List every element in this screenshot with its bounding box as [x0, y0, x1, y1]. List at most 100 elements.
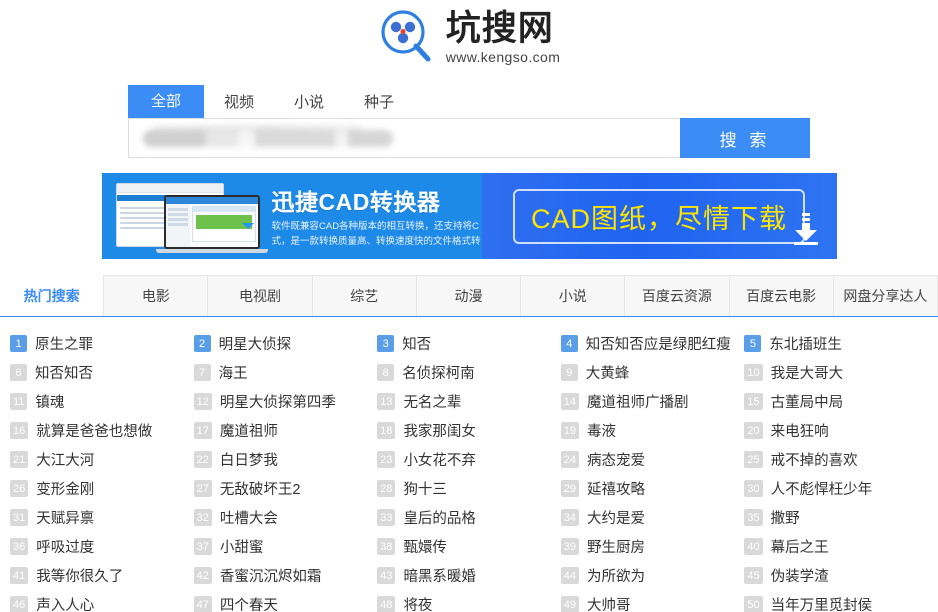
hot-search-item[interactable]: 19 毒液 [560, 416, 745, 445]
hot-search-item[interactable]: 5 东北插班生 [744, 329, 928, 358]
hot-search-item[interactable]: 41 我等你很久了 [10, 561, 194, 590]
hot-search-grid: 1 原生之罪 2 明星大侦探 3 知否 4 知否知否应是绿肥红瘦 5 东北插班生 6 知否知否 7 海王 8… [0, 317, 938, 612]
hot-search-item[interactable]: 48 将夜 [377, 590, 561, 612]
hot-search-item[interactable]: 16 就算是爸爸也想做 [10, 416, 194, 445]
download-arrow-icon [791, 213, 821, 247]
hot-search-item[interactable]: 27 无敌破坏王2 [193, 474, 378, 503]
hot-search-item[interactable]: 38 甄嬛传 [377, 532, 561, 561]
search-tab-novel[interactable]: 小说 [274, 88, 344, 118]
hot-search-item[interactable]: 14 魔道祖师广播剧 [560, 387, 745, 416]
hot-search-item[interactable]: 1 原生之罪 [10, 329, 194, 358]
hot-search-title: 撒野 [770, 511, 800, 527]
rank-badge: 12 [193, 393, 212, 410]
rank-badge: 13 [377, 393, 396, 410]
rank-badge: 34 [560, 509, 580, 526]
hot-search-item[interactable]: 3 知否 [377, 329, 561, 358]
advertisement-banner[interactable]: 迅捷CAD转换器 软件既兼容CAD各种版本的相互转换，还支持将C 式，是一款转换… [101, 173, 837, 259]
search-tab-torrent[interactable]: 种子 [344, 88, 414, 118]
hot-search-title: 原生之罪 [35, 337, 93, 353]
hot-search-item[interactable]: 36 呼吸过度 [10, 532, 194, 561]
hot-search-item[interactable]: 32 吐槽大会 [193, 503, 378, 532]
hot-search-title: 当年万里觅封侯 [770, 598, 873, 612]
hot-search-item[interactable]: 6 知否知否 [10, 358, 194, 387]
rank-badge: 49 [560, 596, 580, 612]
hot-search-item[interactable]: 15 古董局中局 [744, 387, 928, 416]
search-tab-all[interactable]: 全部 [128, 85, 205, 118]
search-tab-video[interactable]: 视频 [204, 88, 274, 118]
hot-search-item[interactable]: 46 声入人心 [10, 590, 194, 612]
rank-badge: 15 [744, 393, 763, 410]
hot-search-item[interactable]: 34 大约是爱 [560, 503, 745, 532]
search-button[interactable]: 搜 索 [680, 118, 810, 158]
hot-search-item[interactable]: 44 为所欲为 [560, 561, 745, 590]
nav-item-hot-search[interactable]: 热门搜索 [0, 275, 104, 316]
nav-item-anime[interactable]: 动漫 [415, 275, 521, 316]
nav-item-netdisk-sharers[interactable]: 网盘分享达人 [832, 275, 938, 316]
hot-search-item[interactable]: 7 海王 [193, 358, 378, 387]
hot-search-item[interactable]: 50 当年万里觅封侯 [744, 590, 928, 612]
ad-title: 迅捷CAD转换器 [271, 188, 441, 215]
nav-item-baidu-cloud-movie[interactable]: 百度云电影 [728, 275, 833, 316]
rank-badge: 21 [10, 451, 29, 468]
nav-item-variety[interactable]: 综艺 [311, 275, 416, 316]
rank-badge: 31 [10, 509, 29, 526]
site-logo[interactable]: 坑搜网 www.kengso.com [378, 9, 561, 67]
hot-search-item[interactable]: 2 明星大侦探 [193, 329, 378, 358]
hot-search-item[interactable]: 22 白日梦我 [193, 445, 378, 474]
hot-search-title: 古董局中局 [770, 395, 844, 411]
hot-search-item[interactable]: 24 病态宠爱 [560, 445, 745, 474]
hot-search-item[interactable]: 8 名侦探柯南 [377, 358, 561, 387]
hot-search-item[interactable]: 31 天赋异禀 [10, 503, 194, 532]
rank-badge: 4 [560, 335, 578, 352]
nav-item-movie[interactable]: 电影 [103, 275, 208, 316]
hot-search-title: 幕后之王 [770, 540, 829, 556]
hot-search-title: 东北插班生 [769, 337, 842, 353]
rank-badge: 33 [377, 509, 396, 526]
hot-search-item[interactable]: 9 大黄蜂 [560, 358, 745, 387]
hot-search-item[interactable]: 49 大帅哥 [560, 590, 745, 612]
rank-badge: 37 [193, 538, 212, 555]
hot-search-item[interactable]: 33 皇后的品格 [377, 503, 561, 532]
nav-item-novel[interactable]: 小说 [520, 275, 625, 316]
hot-search-item[interactable]: 28 狗十三 [377, 474, 561, 503]
site-domain: www.kengso.com [445, 49, 561, 66]
hot-search-item[interactable]: 10 我是大哥大 [744, 358, 928, 387]
hot-search-item[interactable]: 12 明星大侦探第四季 [193, 387, 378, 416]
rank-badge: 45 [744, 567, 763, 584]
rank-badge: 17 [193, 422, 212, 439]
rank-badge: 5 [744, 335, 762, 352]
hot-search-item[interactable]: 42 香蜜沉沉烬如霜 [193, 561, 378, 590]
hot-search-item[interactable]: 23 小女花不弃 [377, 445, 561, 474]
hot-search-item[interactable]: 37 小甜蜜 [193, 532, 378, 561]
hot-search-item[interactable]: 39 野生厨房 [560, 532, 745, 561]
hot-search-item[interactable]: 11 镇魂 [10, 387, 194, 416]
rank-badge: 28 [377, 480, 396, 497]
nav-item-baidu-cloud-resource[interactable]: 百度云资源 [624, 275, 729, 316]
hot-search-item[interactable]: 13 无名之辈 [377, 387, 561, 416]
ad-laptop-mockup [155, 195, 268, 255]
hot-search-item[interactable]: 18 我家那闺女 [377, 416, 561, 445]
hot-search-item[interactable]: 45 伪装学渣 [744, 561, 928, 590]
hot-search-title: 我等你很久了 [36, 569, 124, 585]
hot-search-title: 大黄蜂 [585, 366, 630, 382]
hot-search-item[interactable]: 25 戒不掉的喜欢 [744, 445, 928, 474]
hot-search-item[interactable]: 21 大江大河 [10, 445, 194, 474]
hot-search-item[interactable]: 43 暗黑系暖婚 [377, 561, 561, 590]
search-input[interactable] [128, 118, 680, 158]
ad-product-screenshot [106, 177, 268, 255]
hot-search-item[interactable]: 4 知否知否应是绿肥红瘦 [560, 329, 745, 358]
ad-right-panel[interactable]: CAD图纸，尽情下载 [481, 173, 837, 259]
hot-search-item[interactable]: 35 撒野 [744, 503, 928, 532]
hot-search-item[interactable]: 26 变形金刚 [10, 474, 194, 503]
rank-badge: 43 [377, 567, 396, 584]
hot-search-item[interactable]: 47 四个春天 [193, 590, 378, 612]
hot-search-item[interactable]: 17 魔道祖师 [193, 416, 378, 445]
hot-search-item[interactable]: 29 延禧攻略 [560, 474, 745, 503]
hot-search-title: 延禧攻略 [587, 482, 646, 498]
hot-search-item[interactable]: 30 人不彪悍枉少年 [744, 474, 928, 503]
rank-badge: 30 [744, 480, 763, 497]
rank-badge: 25 [744, 451, 763, 468]
nav-item-tv-series[interactable]: 电视剧 [207, 275, 312, 316]
hot-search-item[interactable]: 20 来电狂响 [744, 416, 928, 445]
hot-search-item[interactable]: 40 幕后之王 [744, 532, 928, 561]
